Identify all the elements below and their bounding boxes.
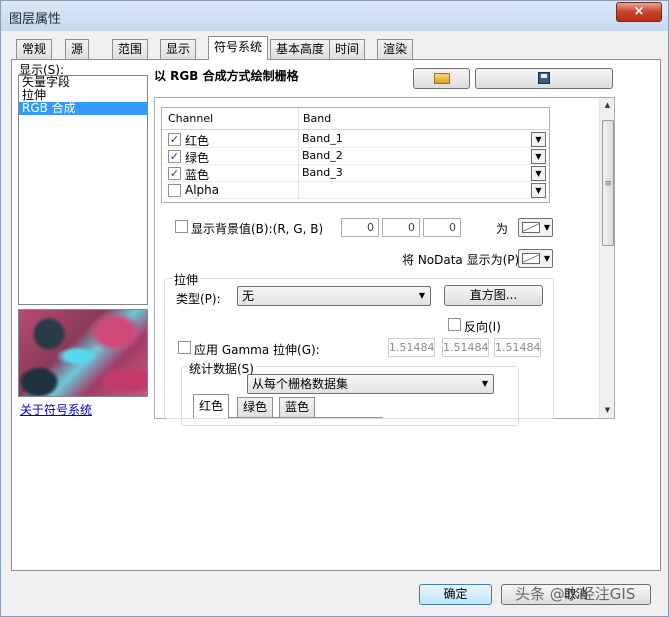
channel-label: 红色 (185, 134, 210, 148)
channel-label: Alpha (185, 183, 220, 197)
layer-properties-dialog: 图层属性 × 常规 源 范围 显示 符号系统 基本高度 时间 渲染 显示(S):… (0, 0, 669, 617)
tab-rendering[interactable]: 渲染 (377, 39, 414, 59)
chevron-down-icon: ▼ (535, 135, 542, 144)
chevron-down-icon: ▼ (543, 223, 550, 232)
display-background-label: 显示背景值(B):(R, G, B) (191, 222, 324, 236)
window-title: 图层属性 (9, 12, 62, 27)
stats-tab-red[interactable]: 红色 (193, 394, 230, 418)
channel-label: 蓝色 (185, 168, 210, 182)
band-value: Band_2 (302, 149, 343, 162)
background-color-picker[interactable]: ▼ (518, 218, 553, 237)
chevron-down-icon: ▼ (535, 186, 542, 195)
chevron-down-icon: ▼ (418, 291, 425, 300)
tab-extent[interactable]: 范围 (112, 39, 149, 59)
channel-band-grid: Channel Band ✓ 红色 Band_1 ▼ ✓ 绿色 Band_2 ▼… (161, 107, 550, 203)
stats-tab-blue[interactable]: 蓝色 (279, 397, 316, 417)
tab-base-heights[interactable]: 基本高度 (270, 39, 331, 59)
band-dropdown-button[interactable]: ▼ (531, 183, 546, 198)
table-row: Alpha ▼ (162, 182, 549, 199)
band-value: Band_3 (302, 166, 343, 179)
raster-preview-image (18, 309, 148, 397)
table-row: ✓ 绿色 Band_2 ▼ (162, 148, 549, 165)
band-dropdown-button[interactable]: ▼ (531, 132, 546, 147)
no-color-swatch-icon (522, 222, 540, 233)
tab-source[interactable]: 源 (65, 39, 90, 59)
band-dropdown-button[interactable]: ▼ (531, 149, 546, 164)
background-g-input[interactable]: 0 (382, 218, 420, 237)
channel-column-header: Channel (168, 112, 214, 125)
background-b-input[interactable]: 0 (423, 218, 461, 237)
tab-time[interactable]: 时间 (329, 39, 366, 59)
gamma-stretch-label: 应用 Gamma 拉伸(G): (194, 343, 320, 357)
scroll-down-icon[interactable]: ▼ (600, 403, 615, 418)
channel-red-checkbox[interactable]: ✓ (168, 133, 181, 146)
tab-symbology[interactable]: 符号系统 (208, 36, 269, 60)
gamma-g-input[interactable]: 1.51484 (442, 338, 489, 357)
close-icon: × (633, 4, 645, 19)
stats-tab-green[interactable]: 绿色 (237, 397, 274, 417)
channel-green-checkbox[interactable]: ✓ (168, 150, 181, 163)
background-r-input[interactable]: 0 (341, 218, 379, 237)
stretch-type-label: 类型(P): (176, 292, 221, 306)
nodata-color-picker[interactable]: ▼ (518, 249, 553, 268)
stretch-type-select[interactable]: 无 ▼ (237, 286, 431, 306)
table-row: ✓ 红色 Band_1 ▼ (162, 131, 549, 148)
statistics-source-value: 从每个栅格数据集 (252, 377, 349, 391)
renderer-list[interactable]: 矢量字段 拉伸 RGB 合成 (18, 75, 148, 305)
open-layer-file-button[interactable] (413, 68, 470, 89)
tab-display[interactable]: 显示 (160, 39, 197, 59)
section-title: 以 RGB 合成方式绘制栅格 (154, 69, 299, 83)
invert-checkbox[interactable] (448, 318, 461, 331)
band-value: Band_1 (302, 132, 343, 145)
stretch-type-value: 无 (242, 289, 255, 303)
tab-general[interactable]: 常规 (16, 39, 53, 59)
chevron-down-icon: ▼ (481, 379, 488, 388)
stretch-group-label: 拉伸 (172, 271, 201, 288)
about-symbology-link[interactable]: 关于符号系统 (20, 401, 92, 418)
band-column-header: Band (303, 112, 332, 125)
as-label: 为 (496, 222, 509, 236)
scroll-up-icon[interactable]: ▲ (600, 98, 615, 113)
gamma-stretch-checkbox[interactable] (178, 341, 191, 354)
channel-label: 绿色 (185, 151, 210, 165)
options-scrollbar[interactable]: ▲ ≡ ▼ (599, 98, 614, 418)
gamma-r-input[interactable]: 1.51484 (388, 338, 435, 357)
nodata-label: 将 NoData 显示为(P) (402, 253, 520, 267)
scroll-thumb[interactable]: ≡ (602, 120, 614, 246)
chevron-down-icon: ▼ (543, 254, 550, 263)
gamma-b-input[interactable]: 1.51484 (494, 338, 541, 357)
band-dropdown-button[interactable]: ▼ (531, 166, 546, 181)
statistics-group-label: 统计数据(S) (187, 360, 256, 377)
renderer-item-rgb-composite[interactable]: RGB 合成 (19, 102, 147, 115)
no-color-swatch-icon (522, 253, 540, 264)
save-icon (538, 72, 550, 84)
channel-blue-checkbox[interactable]: ✓ (168, 167, 181, 180)
ok-button[interactable]: 确定 (419, 584, 492, 605)
close-button[interactable]: × (616, 2, 662, 22)
chevron-down-icon: ▼ (535, 152, 542, 161)
title-bar: 图层属性 × (1, 1, 668, 31)
save-layer-file-button[interactable] (475, 68, 613, 89)
table-row: ✓ 蓝色 Band_3 ▼ (162, 165, 549, 182)
watermark: 头条 @水经注GIS (515, 585, 636, 603)
histogram-button[interactable]: 直方图... (444, 285, 543, 306)
invert-label: 反向(I) (464, 320, 501, 334)
folder-open-icon (433, 73, 450, 84)
grid-header: Channel Band (162, 108, 549, 130)
display-background-checkbox[interactable] (175, 220, 188, 233)
channel-alpha-checkbox[interactable] (168, 184, 181, 197)
statistics-source-select[interactable]: 从每个栅格数据集 ▼ (247, 374, 494, 394)
chevron-down-icon: ▼ (535, 169, 542, 178)
